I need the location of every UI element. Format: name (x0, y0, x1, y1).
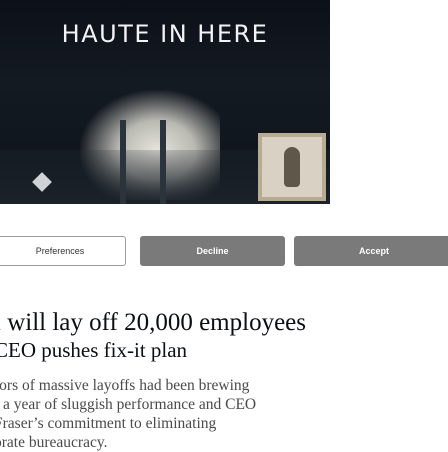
article-subheadline[interactable]: CEO pushes fix-it plan (0, 337, 448, 363)
accept-button[interactable]: Accept (294, 236, 448, 266)
article-body: rors of massive layoffs had been brewing… (0, 376, 448, 452)
body-line: Fraser’s commitment to eliminating (0, 415, 217, 432)
hero-logo: HAUTE IN HERE (0, 20, 330, 48)
preferences-button[interactable]: Preferences (0, 236, 126, 266)
bag-box (258, 133, 326, 201)
article-headline[interactable]: i will lay off 20,000 employees (0, 308, 448, 337)
hero-image: HAUTE IN HERE (0, 0, 330, 204)
pillar (120, 120, 126, 204)
body-line: rors of massive layoffs had been brewing (0, 377, 250, 394)
pillar (160, 120, 166, 204)
hero-logo-text: HAUTE IN HERE (61, 20, 269, 48)
decline-button[interactable]: Decline (140, 236, 285, 266)
consent-bar: Preferences Decline Accept (0, 236, 448, 284)
body-line: orate bureaucracy. (0, 434, 108, 451)
body-line: r a year of sluggish performance and CEO (0, 396, 257, 413)
